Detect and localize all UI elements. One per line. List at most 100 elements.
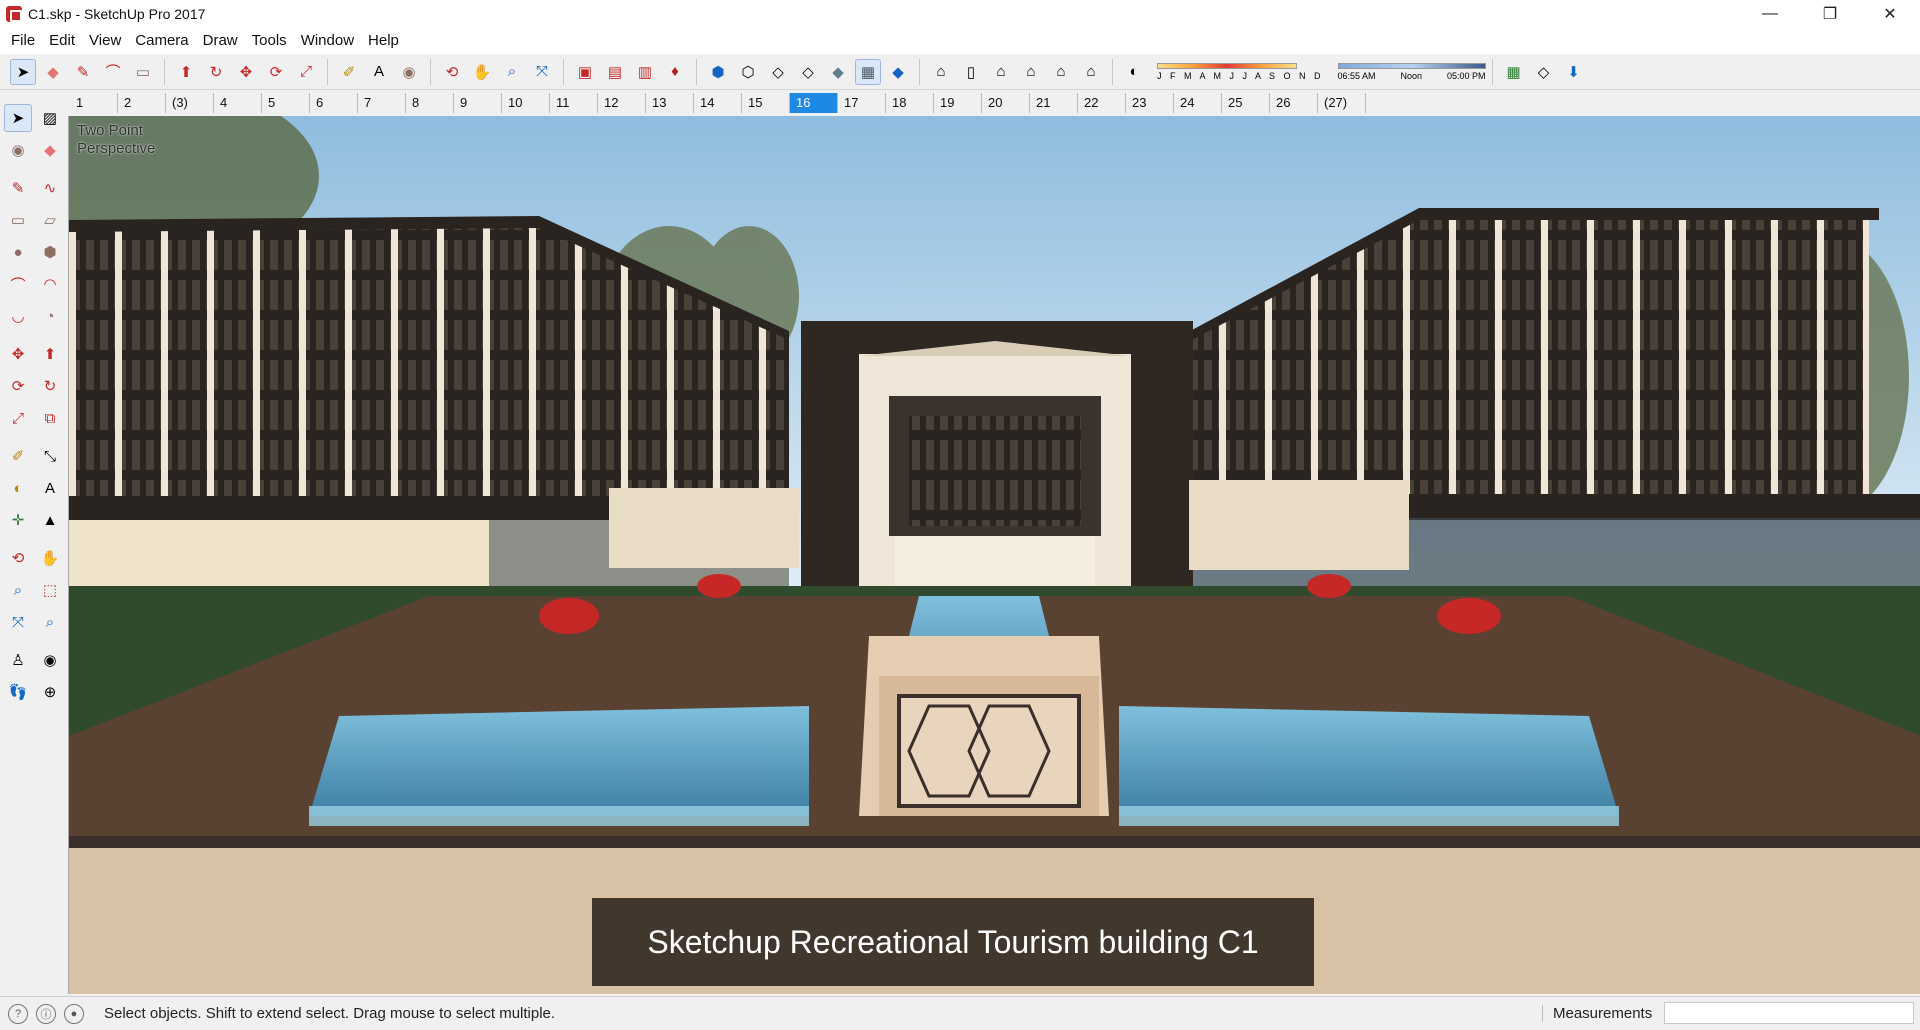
menu-help[interactable]: Help [361, 28, 406, 54]
month-bar[interactable] [1157, 62, 1297, 69]
axes-tool-icon[interactable]: ✛ [4, 506, 32, 534]
previous-view-icon[interactable]: ⌕ [36, 608, 64, 636]
zoom-tool-icon[interactable]: ⌕ [499, 59, 525, 85]
scene-tab[interactable]: 23 [1126, 93, 1174, 113]
scene-tab[interactable]: 12 [598, 93, 646, 113]
follow-me-tool-icon[interactable]: ↻ [203, 59, 229, 85]
scene-tab[interactable]: (3) [166, 93, 214, 113]
paint-bucket-icon[interactable]: ◉ [396, 59, 422, 85]
pan-tool-icon[interactable]: ✋ [469, 59, 495, 85]
zoom-extents-icon[interactable]: ⤧ [4, 608, 32, 636]
scene-tab[interactable]: 2 [118, 93, 166, 113]
scene-tab[interactable]: 22 [1078, 93, 1126, 113]
scene-tab[interactable]: 21 [1030, 93, 1078, 113]
scene-tab[interactable]: 4 [214, 93, 262, 113]
walk-tool-icon[interactable]: 👣 [4, 678, 32, 706]
look-around-icon[interactable]: ◉ [36, 646, 64, 674]
section-plane-icon[interactable]: ⊕ [36, 678, 64, 706]
extension-warehouse-icon[interactable]: ▤ [602, 59, 628, 85]
iso-view-icon[interactable]: ⌂ [928, 59, 954, 85]
section-display-icon[interactable]: ◇ [1531, 59, 1557, 85]
make-component-icon[interactable]: ▨ [36, 104, 64, 132]
scene-tab[interactable]: 26 [1270, 93, 1318, 113]
menu-file[interactable]: File [4, 28, 42, 54]
rectangle-tool-icon[interactable]: ▭ [4, 206, 32, 234]
back-edges-style-icon[interactable]: ⬡ [735, 59, 761, 85]
ruby-console-icon[interactable]: ♦ [662, 59, 688, 85]
eraser-tool-icon[interactable]: ◆ [40, 59, 66, 85]
push-pull-tool-icon[interactable]: ⬆ [36, 340, 64, 368]
rectangle-tool-icon[interactable]: ▭ [130, 59, 156, 85]
pan-tool-icon[interactable]: ✋ [36, 544, 64, 572]
wireframe-style-icon[interactable]: ◇ [765, 59, 791, 85]
scale-tool-icon[interactable]: ⤢ [4, 404, 32, 432]
menu-view[interactable]: View [82, 28, 128, 54]
position-camera-icon[interactable]: ♙ [4, 646, 32, 674]
shadows-toggle-icon[interactable]: ◐ [1121, 59, 1147, 85]
minimize-button[interactable]: — [1740, 0, 1800, 28]
scene-tab[interactable]: 5 [262, 93, 310, 113]
monochrome-style-icon[interactable]: ◆ [885, 59, 911, 85]
freehand-tool-icon[interactable]: ∿ [36, 174, 64, 202]
zoom-window-icon[interactable]: ⬚ [36, 576, 64, 604]
arc-tool-icon[interactable]: ⌒ [4, 270, 32, 298]
line-tool-icon[interactable]: ✎ [70, 59, 96, 85]
circle-tool-icon[interactable]: ● [4, 238, 32, 266]
layout-icon[interactable]: ▥ [632, 59, 658, 85]
pie-tool-icon[interactable]: ◔ [36, 302, 64, 330]
scene-tab[interactable]: 19 [934, 93, 982, 113]
hidden-line-style-icon[interactable]: ◇ [795, 59, 821, 85]
scene-tab[interactable]: 8 [406, 93, 454, 113]
measurements-input[interactable] [1664, 1002, 1914, 1024]
front-view-icon[interactable]: ⌂ [988, 59, 1014, 85]
rotate-tool-icon[interactable]: ⟳ [263, 59, 289, 85]
model-viewport[interactable]: Two Point Perspective Sketchup Recreatio… [68, 116, 1920, 994]
scene-tab[interactable]: 11 [550, 93, 598, 113]
eraser-tool-icon[interactable]: ◆ [36, 136, 64, 164]
scene-tab[interactable]: (27) [1318, 93, 1366, 113]
left-view-icon[interactable]: ⌂ [1078, 59, 1104, 85]
scene-tab[interactable]: 20 [982, 93, 1030, 113]
3d-warehouse-icon[interactable]: ▣ [572, 59, 598, 85]
scene-tab[interactable]: 24 [1174, 93, 1222, 113]
scene-tab[interactable]: 15 [742, 93, 790, 113]
text-tool-icon[interactable]: A [36, 474, 64, 502]
select-tool-icon[interactable]: ➤ [4, 104, 32, 132]
scene-tab[interactable]: 7 [358, 93, 406, 113]
geo-location-icon[interactable]: ? [8, 1003, 28, 1024]
scene-tab[interactable]: 6 [310, 93, 358, 113]
rotated-rectangle-icon[interactable]: ▱ [36, 206, 64, 234]
scene-tab[interactable]: 1 [70, 93, 118, 113]
import-icon[interactable]: ⬇ [1561, 59, 1587, 85]
3d-text-icon[interactable]: ▲ [36, 506, 64, 534]
scene-tab[interactable]: 17 [838, 93, 886, 113]
section-plane-icon[interactable]: ▦ [1501, 59, 1527, 85]
back-view-icon[interactable]: ⌂ [1048, 59, 1074, 85]
polygon-tool-icon[interactable]: ⬢ [36, 238, 64, 266]
restore-button[interactable]: ❐ [1800, 0, 1860, 28]
scene-tab[interactable]: 25 [1222, 93, 1270, 113]
menu-tools[interactable]: Tools [245, 28, 294, 54]
top-view-icon[interactable]: ▯ [958, 59, 984, 85]
shadow-date-slider[interactable]: J F M A M J J A S O N D [1157, 62, 1324, 81]
zoom-extents-icon[interactable]: ⤧ [529, 59, 555, 85]
tape-measure-icon[interactable]: ✐ [4, 442, 32, 470]
credits-icon[interactable]: ⓘ [36, 1003, 56, 1024]
scene-tab[interactable]: 13 [646, 93, 694, 113]
three-point-arc-icon[interactable]: ◡ [4, 302, 32, 330]
push-pull-tool-icon[interactable]: ⬆ [173, 59, 199, 85]
follow-me-tool-icon[interactable]: ↻ [36, 372, 64, 400]
arc-tool-icon[interactable]: ⌒ [100, 59, 126, 85]
zoom-tool-icon[interactable]: ⌕ [4, 576, 32, 604]
orbit-tool-icon[interactable]: ⟲ [4, 544, 32, 572]
close-button[interactable]: ✕ [1860, 0, 1920, 28]
time-bar[interactable] [1337, 62, 1486, 69]
scene-tab[interactable]: 9 [454, 93, 502, 113]
user-account-icon[interactable]: ● [64, 1003, 84, 1024]
menu-window[interactable]: Window [294, 28, 361, 54]
move-tool-icon[interactable]: ✥ [4, 340, 32, 368]
xray-style-icon[interactable]: ⬢ [705, 59, 731, 85]
protractor-tool-icon[interactable]: ◐ [4, 474, 32, 502]
paint-bucket-icon[interactable]: ◉ [4, 136, 32, 164]
right-view-icon[interactable]: ⌂ [1018, 59, 1044, 85]
